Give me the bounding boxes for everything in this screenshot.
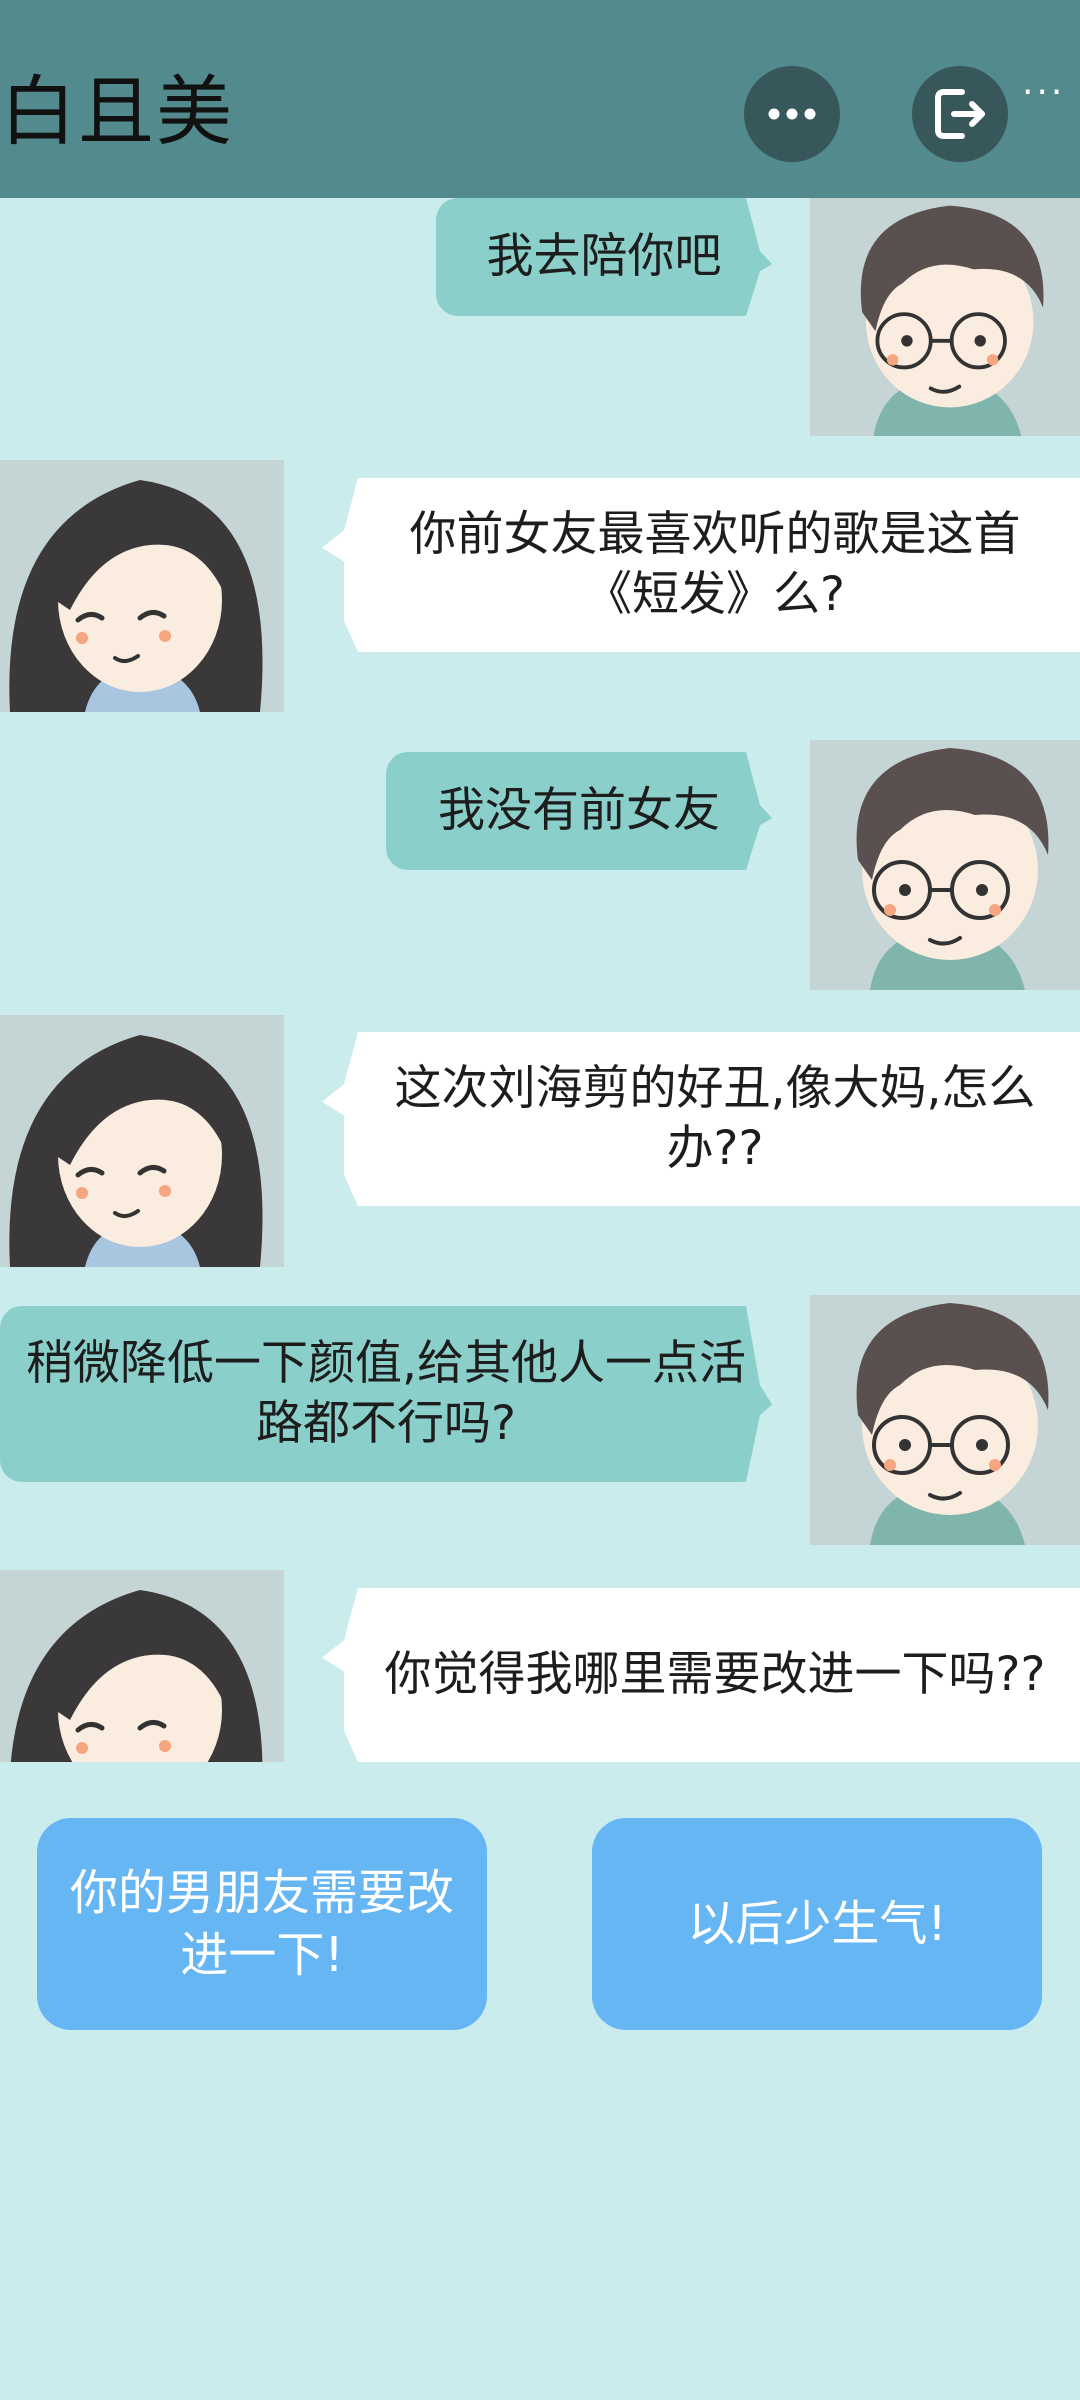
boy-portrait bbox=[856, 748, 1049, 990]
boy-avatar bbox=[810, 740, 1080, 990]
top-bar: 白且美 ··· bbox=[0, 0, 1080, 198]
boy-portrait bbox=[856, 1303, 1049, 1545]
message-bubble-girl: 你觉得我哪里需要改进一下吗?? bbox=[322, 1588, 1080, 1762]
girl-portrait bbox=[9, 480, 263, 712]
girl-avatar bbox=[0, 460, 284, 712]
exit-button[interactable] bbox=[912, 66, 1008, 162]
girl-avatar bbox=[0, 1015, 284, 1267]
message-bubble-boy: 我去陪你吧 bbox=[436, 198, 772, 316]
more-horizontal-icon bbox=[768, 108, 816, 120]
message-bubble-girl: 你前女友最喜欢听的歌是这首《短发》么? bbox=[322, 478, 1080, 652]
girl-portrait bbox=[9, 1035, 263, 1267]
boy-portrait bbox=[860, 205, 1044, 436]
chat-title: 白且美 bbox=[0, 67, 234, 156]
choice-button-2[interactable]: 以后少生气! bbox=[592, 1818, 1042, 2030]
message-bubble-boy: 稍微降低一下颜值,给其他人一点活路都不行吗? bbox=[0, 1306, 772, 1482]
boy-avatar bbox=[810, 1295, 1080, 1545]
choice-button-1[interactable]: 你的男朋友需要改进一下! bbox=[37, 1818, 487, 2030]
more-button[interactable] bbox=[744, 66, 840, 162]
boy-avatar bbox=[810, 198, 1080, 436]
menu-dots-icon[interactable]: ··· bbox=[1022, 68, 1080, 118]
message-bubble-girl: 这次刘海剪的好丑,像大妈,怎么办?? bbox=[322, 1032, 1080, 1206]
girl-portrait bbox=[10, 1590, 263, 1762]
message-bubble-boy: 我没有前女友 bbox=[386, 752, 772, 870]
girl-avatar bbox=[0, 1570, 284, 1762]
exit-icon bbox=[935, 89, 985, 139]
